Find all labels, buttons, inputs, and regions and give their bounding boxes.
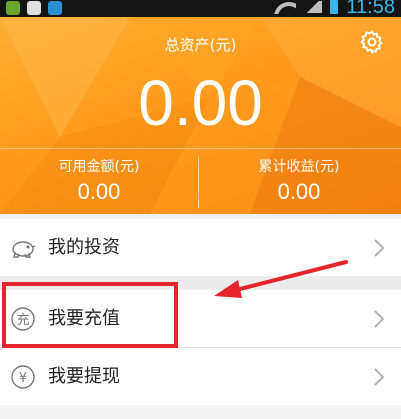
header-column-divider [198,156,199,208]
accumulated-earnings: 累计收益(元) 0.00 [200,157,398,207]
mail-notification-icon [48,1,62,15]
notification-icons [6,1,62,15]
menu-bottom-gap [0,405,401,419]
piggy-bank-icon [12,241,36,258]
chevron-right-icon [374,239,385,257]
app-notification-icon [6,1,20,15]
highlight-box [2,282,178,348]
available-balance-value: 0.00 [77,179,121,204]
status-bar: 11:58 [0,0,401,17]
yen-icon-glyph: ¥ [19,371,27,386]
asset-summary-header: 总资产(元) 0.00 可用金额(元) 0.00 累计收益(元) 0.00 [0,17,401,214]
total-assets-label: 总资产(元) [164,36,237,54]
chevron-right-icon [374,310,385,328]
yen-icon: ¥ [11,365,35,389]
battery-icon [330,0,339,14]
available-balance-label: 可用金额(元) [58,159,140,175]
accumulated-earnings-label: 累计收益(元) [258,159,340,175]
status-time: 11:58 [346,0,395,17]
header-divider [0,148,401,149]
wifi-icon [274,0,297,14]
system-indicators: 11:58 [274,0,395,17]
menu-item-label: 我的投资 [48,237,120,258]
menu-item-withdraw[interactable]: ¥ 我要提现 [0,348,401,405]
menu-item-my-investments[interactable]: 我的投资 [0,219,401,276]
accumulated-earnings-value: 0.00 [277,179,321,204]
menu-item-label: 我要提现 [48,366,120,387]
chevron-right-icon [374,368,385,386]
available-balance: 可用金额(元) 0.00 [0,157,198,207]
total-assets-value: 0.00 [138,67,263,139]
cat-notification-icon [27,1,41,15]
signal-icon [304,1,323,13]
settings-gear-icon[interactable] [359,29,385,55]
